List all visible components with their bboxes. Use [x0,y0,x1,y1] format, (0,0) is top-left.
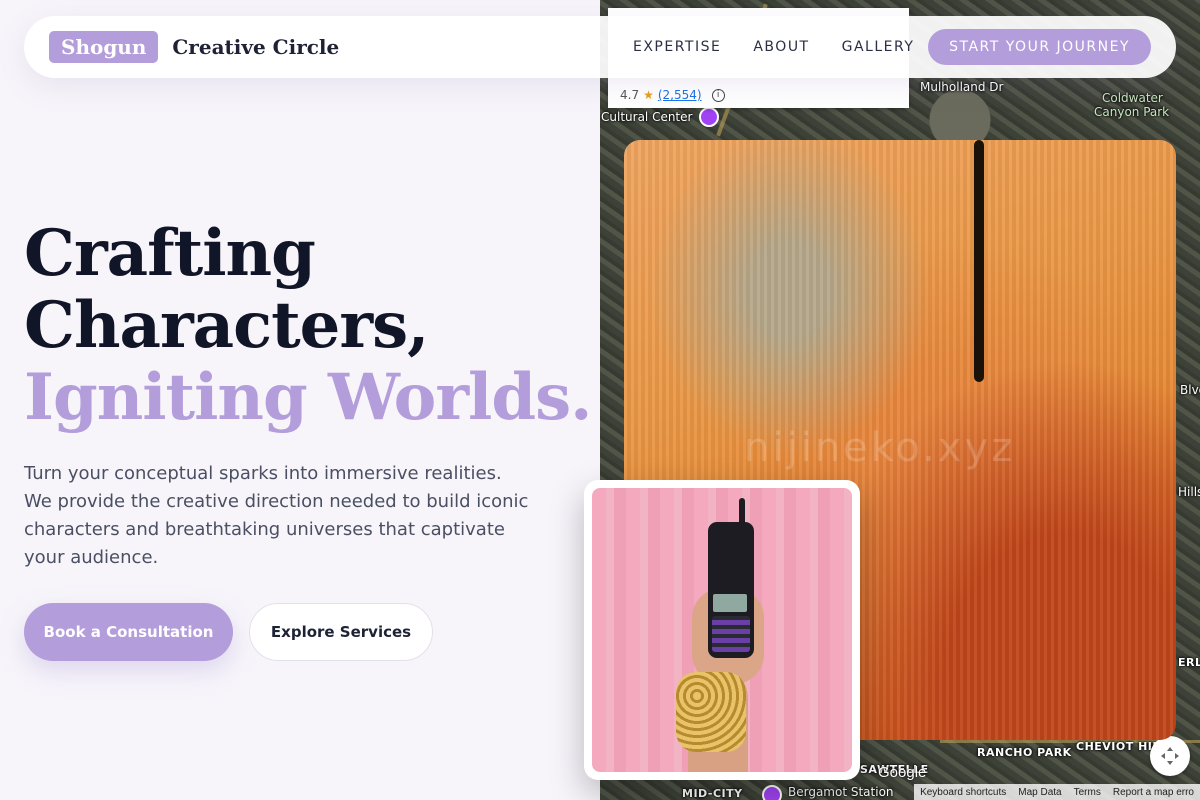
hero-title-accent: Igniting Worlds. [24,360,592,435]
map-label-rancho-park: RANCHO PARK [977,746,1072,759]
map-label-erl: ERL [1178,656,1200,669]
start-journey-button[interactable]: START YOUR JOURNEY [928,29,1151,65]
star-icon: ★ [643,88,654,102]
google-logo: Google [878,764,927,781]
rating-value: 4.7 [620,88,640,102]
logo-badge[interactable]: Shogun [49,31,159,63]
hero-description: Turn your conceptual sparks into immersi… [24,463,529,568]
map-label-hills: Hills [1178,485,1200,499]
terms-link[interactable]: Terms [1074,787,1101,798]
logo-text[interactable]: Creative Circle [172,35,339,59]
hero-title-line2: Characters, [24,288,429,363]
phone-photo-card [584,480,860,780]
map-label-bergamot: Bergamot Station [788,785,894,799]
nav-expertise[interactable]: EXPERTISE [633,39,721,55]
nav-gallery[interactable]: GALLERY [842,39,915,55]
map-label-blvd: Blvd [1180,383,1200,397]
phone-keypad [712,616,750,652]
gold-chain-bracelet [676,672,746,752]
poi-marker-icon[interactable] [699,107,719,127]
site-header: Shogun Creative Circle EXPERTISE ABOUT G… [24,16,1176,78]
info-icon[interactable]: i [711,88,725,102]
map-label-canyon-park: Canyon Park [1094,105,1170,119]
map-label-coldwater: Coldwater [1102,91,1163,105]
review-count-link[interactable]: (2,554) [658,88,702,102]
place-rating: 4.7 ★ (2,554) i [620,88,725,102]
move-arrows-icon [1161,747,1179,765]
report-map-error-link[interactable]: Report a map erro [1113,787,1194,798]
main-nav: EXPERTISE ABOUT GALLERY [633,39,914,55]
keyboard-shortcuts-link[interactable]: Keyboard shortcuts [920,787,1006,798]
explore-services-button[interactable]: Explore Services [249,603,433,661]
hero-title-line1: Crafting [24,216,316,291]
watermark-text: nijineko.xyz [744,425,1016,471]
map-label-mid-city: MID-CITY [682,787,743,800]
book-consultation-button[interactable]: Book a Consultation [24,603,233,661]
hero-title: Crafting Characters, Igniting Worlds. [24,216,592,435]
map-data-link[interactable]: Map Data [1018,787,1061,798]
nav-about[interactable]: ABOUT [753,39,809,55]
map-camera-control-button[interactable] [1150,736,1190,776]
map-label-cultural-center: Cultural Center [601,110,693,124]
black-stripe [974,140,984,382]
phone-photo [592,488,852,772]
poi-marker-icon[interactable] [762,785,782,800]
phone-screen [713,594,747,612]
map-footer: Keyboard shortcuts Map Data Terms Report… [914,784,1200,800]
map-label-mulholland: Mulholland Dr [920,80,1004,94]
